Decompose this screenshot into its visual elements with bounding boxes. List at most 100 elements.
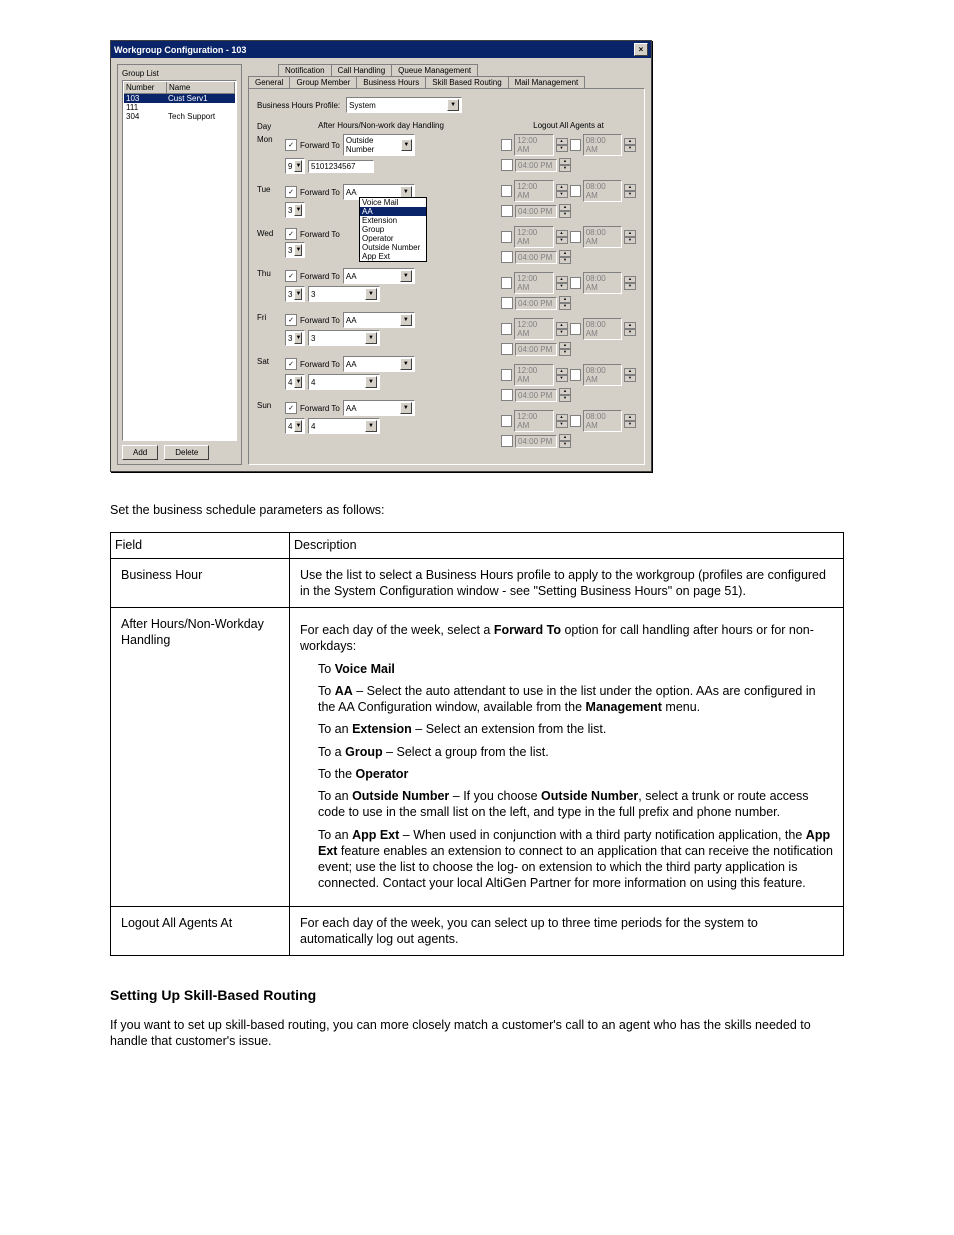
time-spinner[interactable]: ▲▼ [556,138,568,152]
logout-check[interactable] [501,231,512,243]
logout-check[interactable] [501,277,512,289]
mon-target-select[interactable]: Outside Number▼ [343,134,415,156]
tab-mail-management[interactable]: Mail Management [508,76,586,88]
wed-forward-check[interactable]: ✓ [285,228,297,240]
group-list-table[interactable]: Number Name 103 Cust Serv1 111 304 Tech … [122,80,237,441]
time-spinner[interactable]: ▲▼ [624,230,636,244]
tab-skill-routing[interactable]: Skill Based Routing [425,76,508,88]
logout-check[interactable] [570,277,581,289]
logout-time1[interactable]: 12:00 AM [514,226,553,248]
add-button[interactable]: Add [122,445,158,460]
time-spinner[interactable]: ▲▼ [559,158,571,172]
logout-time1[interactable]: 12:00 AM [514,318,553,340]
time-spinner[interactable]: ▲▼ [559,296,571,310]
logout-check[interactable] [501,435,513,447]
time-spinner[interactable]: ▲▼ [556,414,568,428]
logout-time2[interactable]: 08:00 AM [583,180,622,202]
logout-time2[interactable]: 08:00 AM [583,364,622,386]
tab-general[interactable]: General [248,76,290,88]
logout-check[interactable] [501,323,512,335]
group-list-label: Group List [122,69,237,78]
logout-check[interactable] [501,415,512,427]
thu-target-select[interactable]: AA▼ [343,268,415,284]
time-spinner[interactable]: ▲▼ [624,138,636,152]
logout-check[interactable] [501,139,512,151]
close-icon[interactable]: × [634,43,648,56]
sat-sub-select[interactable]: 4▼ [308,374,380,390]
logout-time3[interactable]: 04:00 PM [515,251,557,264]
tab-group-member[interactable]: Group Member [289,76,357,88]
logout-time3[interactable]: 04:00 PM [515,435,557,448]
tab-queue-management[interactable]: Queue Management [391,64,478,76]
logout-time2[interactable]: 08:00 AM [583,272,622,294]
logout-time1[interactable]: 12:00 AM [514,272,553,294]
time-spinner[interactable]: ▲▼ [624,414,636,428]
sun-target-select[interactable]: AA▼ [343,400,415,416]
tab-call-handling[interactable]: Call Handling [331,64,393,76]
mon-forward-check[interactable]: ✓ [285,139,297,151]
time-spinner[interactable]: ▲▼ [559,388,571,402]
sun-forward-check[interactable]: ✓ [285,402,297,414]
table-row[interactable]: 304 Tech Support [124,112,235,121]
time-spinner[interactable]: ▲▼ [624,184,636,198]
logout-time3[interactable]: 04:00 PM [515,389,557,402]
time-spinner[interactable]: ▲▼ [556,276,568,290]
logout-check[interactable] [570,231,581,243]
fri-sub-select[interactable]: 3▼ [308,330,380,346]
time-spinner[interactable]: ▲▼ [556,230,568,244]
mon-prefix-select[interactable]: 9▼ [285,158,305,174]
time-spinner[interactable]: ▲▼ [556,184,568,198]
time-spinner[interactable]: ▲▼ [559,342,571,356]
forward-to-dropdown-menu[interactable]: Voice Mail AA Extension Group Operator O… [359,197,427,262]
chevron-down-icon: ▼ [294,376,302,388]
logout-check[interactable] [501,369,512,381]
logout-time2[interactable]: 08:00 AM [583,226,622,248]
fri-forward-check[interactable]: ✓ [285,314,297,326]
time-spinner[interactable]: ▲▼ [559,204,571,218]
logout-check[interactable] [570,415,581,427]
tue-forward-check[interactable]: ✓ [285,186,297,198]
thu-forward-check[interactable]: ✓ [285,270,297,282]
logout-time1[interactable]: 12:00 AM [514,364,553,386]
delete-button[interactable]: Delete [164,445,209,460]
logout-time3[interactable]: 04:00 PM [515,297,557,310]
logout-time2[interactable]: 08:00 AM [583,410,622,432]
time-spinner[interactable]: ▲▼ [556,322,568,336]
tab-notification[interactable]: Notification [278,64,332,76]
time-spinner[interactable]: ▲▼ [624,368,636,382]
logout-check[interactable] [501,389,513,401]
logout-check[interactable] [570,323,581,335]
logout-check[interactable] [501,185,512,197]
logout-time2[interactable]: 08:00 AM [583,134,622,156]
logout-check[interactable] [570,185,581,197]
logout-check[interactable] [570,369,581,381]
logout-time3[interactable]: 04:00 PM [515,159,557,172]
fri-target-select[interactable]: AA▼ [343,312,415,328]
time-spinner[interactable]: ▲▼ [624,276,636,290]
sat-target-select[interactable]: AA▼ [343,356,415,372]
logout-time3[interactable]: 04:00 PM [515,343,557,356]
thu-sub-select[interactable]: 3▼ [308,286,380,302]
time-spinner[interactable]: ▲▼ [624,322,636,336]
sat-forward-check[interactable]: ✓ [285,358,297,370]
tab-business-hours[interactable]: Business Hours [356,76,426,88]
table-row[interactable]: 103 Cust Serv1 [124,94,235,103]
mon-number-input[interactable]: 5101234567 [308,160,374,173]
logout-time1[interactable]: 12:00 AM [514,410,553,432]
time-spinner[interactable]: ▲▼ [556,368,568,382]
sun-sub-select[interactable]: 4▼ [308,418,380,434]
logout-check[interactable] [501,205,513,217]
time-spinner[interactable]: ▲▼ [559,250,571,264]
logout-time3[interactable]: 04:00 PM [515,205,557,218]
bhp-select[interactable]: System ▼ [346,97,462,113]
table-row[interactable]: 111 [124,103,235,112]
logout-check[interactable] [501,251,513,263]
time-spinner[interactable]: ▲▼ [559,434,571,448]
logout-time2[interactable]: 08:00 AM [583,318,622,340]
logout-time1[interactable]: 12:00 AM [514,134,553,156]
logout-time1[interactable]: 12:00 AM [514,180,553,202]
logout-check[interactable] [570,139,581,151]
logout-check[interactable] [501,159,513,171]
logout-check[interactable] [501,297,513,309]
logout-check[interactable] [501,343,513,355]
